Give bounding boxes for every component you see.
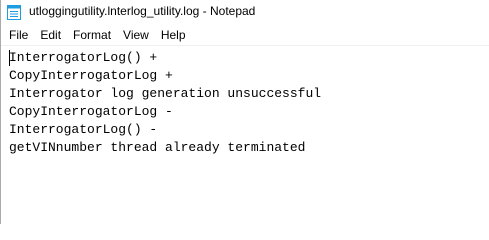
menu-edit[interactable]: Edit — [34, 26, 67, 45]
window-title: utloggingutility.lnterlog_utility.log - … — [29, 4, 256, 18]
text-line-1: InterrogatorLog() + — [9, 50, 158, 65]
menu-help[interactable]: Help — [155, 26, 192, 45]
text-editor[interactable]: InterrogatorLog() + CopyInterrogatorLog … — [1, 45, 489, 224]
title-bar[interactable]: utloggingutility.lnterlog_utility.log - … — [1, 0, 489, 24]
notepad-window: utloggingutility.lnterlog_utility.log - … — [0, 0, 489, 224]
notepad-icon[interactable] — [7, 4, 21, 20]
menu-file[interactable]: File — [3, 26, 34, 45]
menu-view[interactable]: View — [117, 26, 155, 45]
text-line-3: Interrogator log generation unsuccessful — [9, 86, 322, 101]
text-line-6: getVINnumber thread already terminated — [9, 140, 306, 155]
text-line-2: CopyInterrogatorLog + — [9, 68, 173, 83]
menu-format[interactable]: Format — [67, 26, 117, 45]
text-line-5: InterrogatorLog() - — [9, 122, 158, 137]
text-line-4: CopyInterrogatorLog - — [9, 104, 173, 119]
menu-bar: File Edit Format View Help — [1, 26, 489, 45]
